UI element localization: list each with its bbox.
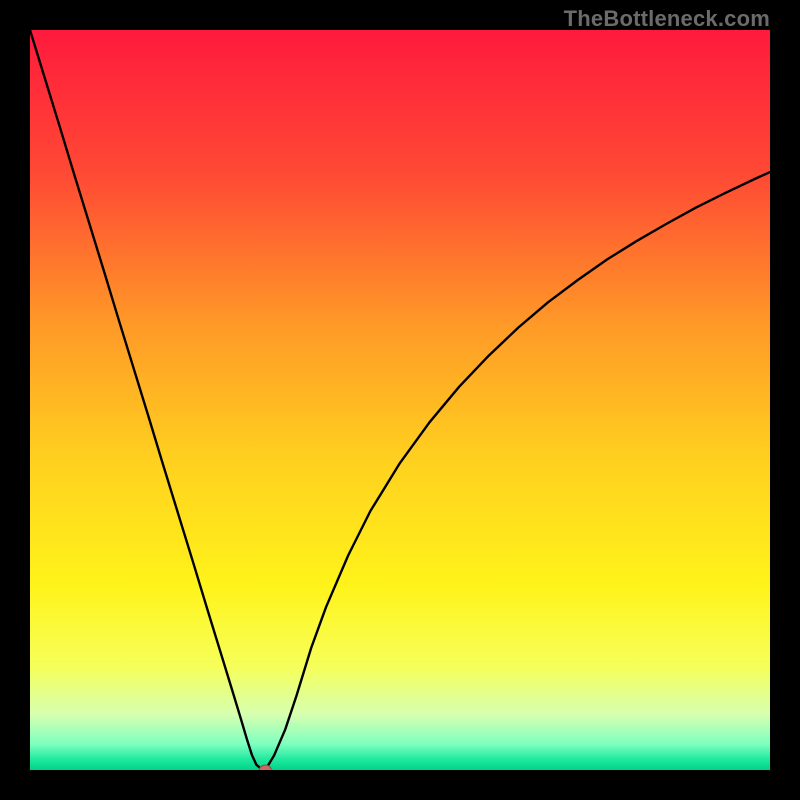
gradient-fill bbox=[30, 30, 770, 770]
watermark-text: TheBottleneck.com bbox=[564, 6, 770, 32]
chart-frame: TheBottleneck.com bbox=[0, 0, 800, 800]
chart-plot bbox=[30, 30, 770, 770]
